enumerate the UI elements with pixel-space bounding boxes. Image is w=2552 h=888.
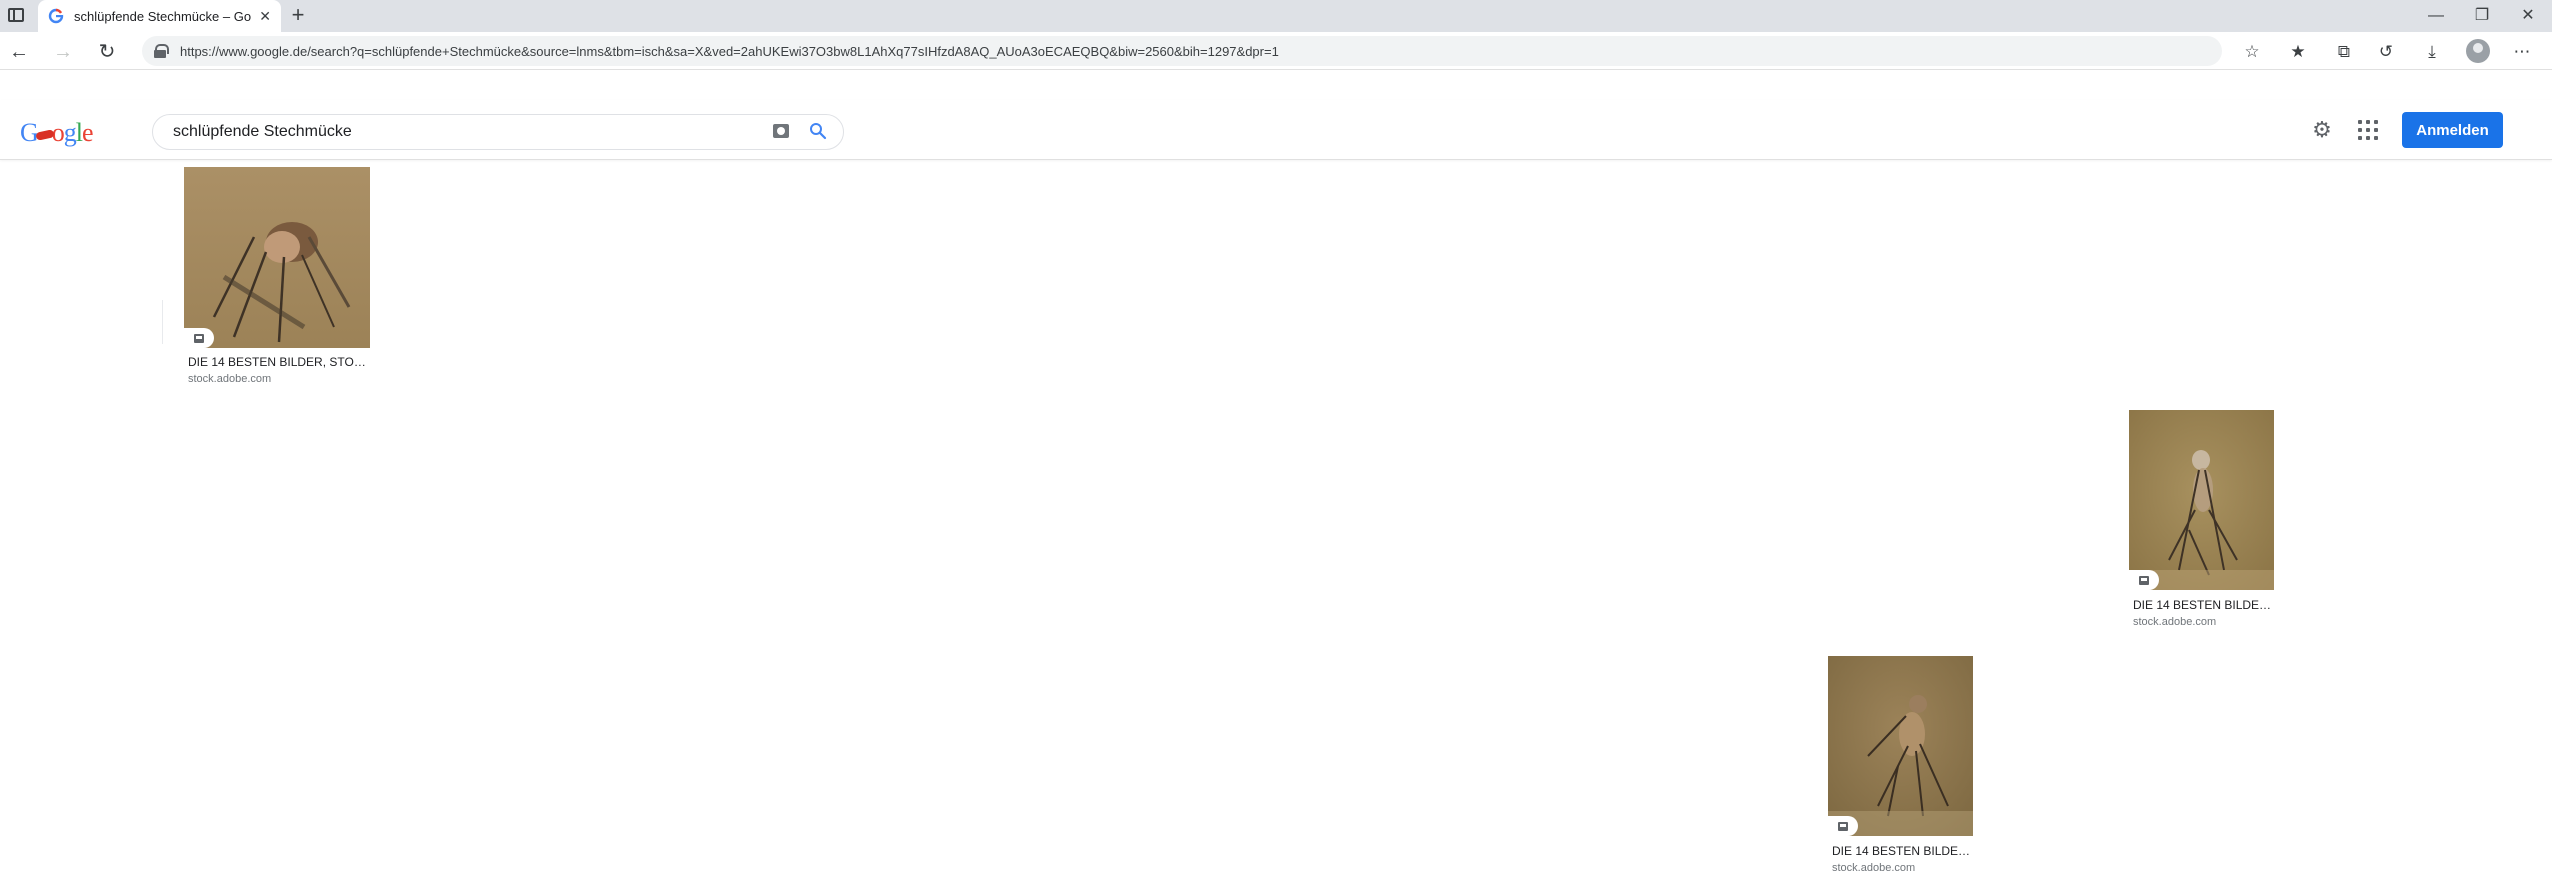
image-icon bbox=[2139, 575, 2149, 585]
result-source[interactable]: stock.adobe.com bbox=[188, 373, 271, 385]
sidebar-toggle-icon[interactable] bbox=[8, 8, 24, 22]
google-header: Gogle ⚙ Anmelden bbox=[0, 100, 2552, 160]
restore-icon[interactable]: ❐ bbox=[2470, 4, 2494, 28]
search-box[interactable] bbox=[152, 114, 844, 150]
favorites-icon[interactable]: ★ bbox=[2286, 40, 2310, 64]
browser-tab[interactable]: schlüpfende Stechmücke – Goog ✕ bbox=[38, 0, 281, 32]
reload-icon[interactable]: ↻ bbox=[94, 39, 120, 65]
profile-avatar[interactable] bbox=[2466, 39, 2490, 63]
image-result[interactable]: DIE 14 BESTEN BILDER... stock.adobe.com bbox=[2129, 410, 2274, 634]
gear-icon[interactable]: ⚙ bbox=[2310, 118, 2334, 142]
image-icon bbox=[1838, 821, 1848, 831]
address-bar[interactable]: https://www.google.de/search?q=schlüpfen… bbox=[142, 36, 2222, 66]
image-result[interactable]: DIE 14 BESTEN BILDER... stock.adobe.com bbox=[1828, 656, 1973, 880]
history-icon[interactable]: ↺ bbox=[2374, 40, 2398, 64]
tab-title: schlüpfende Stechmücke – Goog bbox=[74, 8, 252, 24]
signin-button[interactable]: Anmelden bbox=[2402, 112, 2503, 148]
collections-icon[interactable]: ⧉ bbox=[2332, 40, 2356, 64]
address-url[interactable]: https://www.google.de/search?q=schlüpfen… bbox=[180, 44, 1279, 59]
result-source[interactable]: stock.adobe.com bbox=[2133, 616, 2216, 628]
more-menu-icon[interactable]: ⋯ bbox=[2510, 40, 2534, 64]
image-badge bbox=[2129, 570, 2159, 590]
image-badge bbox=[184, 328, 214, 348]
search-icon[interactable] bbox=[809, 122, 827, 140]
image-result[interactable]: DIE 14 BESTEN BILDER, STOC... stock.adob… bbox=[184, 167, 370, 391]
result-title[interactable]: DIE 14 BESTEN BILDER... bbox=[2133, 598, 2273, 612]
browser-toolbar: ← → ↻ https://www.google.de/search?q=sch… bbox=[0, 32, 2552, 70]
divider bbox=[162, 300, 163, 344]
minimize-icon[interactable]: — bbox=[2424, 4, 2448, 28]
forward-icon[interactable]: → bbox=[50, 39, 76, 65]
result-title[interactable]: DIE 14 BESTEN BILDER, STOC... bbox=[188, 355, 368, 369]
close-window-icon[interactable]: ✕ bbox=[2516, 4, 2540, 28]
result-thumbnail[interactable] bbox=[1828, 656, 1973, 836]
google-favicon-icon bbox=[48, 8, 64, 24]
new-tab-icon[interactable]: + bbox=[286, 4, 310, 28]
image-badge bbox=[1828, 816, 1858, 836]
result-source[interactable]: stock.adobe.com bbox=[1832, 862, 1915, 874]
downloads-icon[interactable]: ⤓ bbox=[2420, 40, 2444, 64]
close-tab-icon[interactable]: ✕ bbox=[259, 8, 271, 25]
result-thumbnail[interactable] bbox=[184, 167, 370, 348]
result-thumbnail[interactable] bbox=[2129, 410, 2274, 590]
google-logo[interactable]: Gogle bbox=[20, 118, 94, 148]
apps-grid-icon[interactable] bbox=[2358, 120, 2378, 140]
add-favorite-icon[interactable]: ☆ bbox=[2240, 40, 2264, 64]
search-input[interactable] bbox=[173, 123, 753, 141]
image-icon bbox=[194, 333, 204, 343]
back-icon[interactable]: ← bbox=[6, 39, 32, 65]
camera-icon[interactable] bbox=[773, 124, 789, 138]
result-title[interactable]: DIE 14 BESTEN BILDER... bbox=[1832, 844, 1972, 858]
browser-tab-strip: schlüpfende Stechmücke – Goog ✕ + — ❐ ✕ bbox=[0, 0, 2552, 32]
lock-icon[interactable] bbox=[154, 44, 169, 58]
